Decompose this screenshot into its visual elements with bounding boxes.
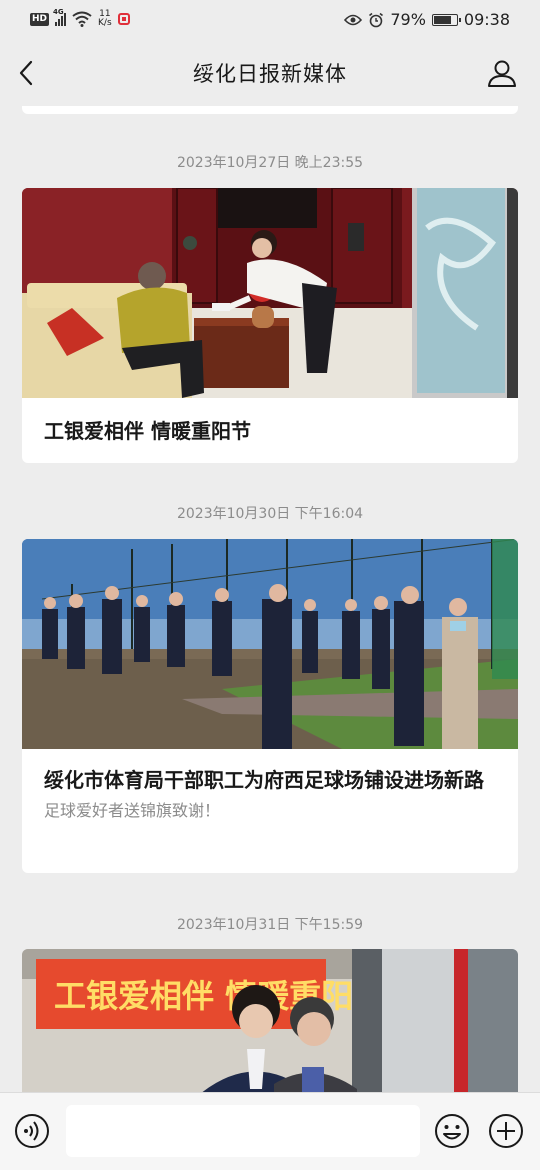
article-title: 绥化市体育局干部职工为府西足球场铺设进场新路 (44, 768, 484, 792)
speed-unit: K/s (98, 18, 112, 28)
article-text: 绥化市体育局干部职工为府西足球场铺设进场新路 足球爱好者送锦旗致谢！ (22, 749, 518, 823)
smiley-icon[interactable] (434, 1113, 470, 1149)
app-screen: HD 4G 11 K/s 79% 09:38 绥化日报新媒体 2023年10月2… (0, 0, 540, 1170)
article-timestamp: 2023年10月31日 下午15:59 (176, 917, 364, 933)
message-input[interactable] (66, 1105, 420, 1157)
status-left: HD 4G 11 K/s (30, 8, 130, 28)
hd-badge: HD (30, 12, 50, 26)
article-title: 工银爱相伴 情暖重阳节 (44, 418, 251, 443)
voice-icon[interactable] (14, 1113, 50, 1149)
app-notification-icon (117, 13, 130, 25)
network-speed: 11 K/s (98, 10, 112, 28)
person-icon[interactable] (486, 57, 518, 89)
article-image: 工银爱相伴 情暖重阳 (22, 949, 518, 1092)
previous-card[interactable] (22, 106, 518, 114)
status-bar: HD 4G 11 K/s 79% 09:38 (0, 0, 540, 40)
message-input-bar (0, 1092, 540, 1170)
article-card[interactable]: 工银爱相伴 情暖重阳 (22, 949, 518, 1092)
clock: 09:38 (463, 10, 510, 29)
eye-icon (344, 14, 363, 25)
article-image (22, 188, 518, 398)
article-timestamp: 2023年10月27日 晚上23:55 (176, 155, 364, 171)
article-description: 足球爱好者送锦旗致谢！ (44, 801, 221, 820)
cell-signal-icon: 4G (53, 8, 67, 26)
status-right: 79% 09:38 (344, 10, 510, 29)
alarm-icon (369, 12, 384, 27)
article-card[interactable]: 工银爱相伴 情暖重阳节 (22, 188, 518, 463)
wifi-icon (72, 11, 92, 27)
battery-icon (431, 13, 461, 26)
nav-bar: 绥化日报新媒体 (0, 40, 540, 106)
page-title: 绥化日报新媒体 (193, 62, 347, 86)
plus-icon[interactable] (488, 1113, 524, 1149)
battery-percent: 79% (390, 10, 426, 29)
article-feed[interactable]: 2023年10月27日 晚上23:55 工银爱相伴 情暖重阳节 2023年10月… (0, 106, 540, 1092)
article-card[interactable]: 绥化市体育局干部职工为府西足球场铺设进场新路 足球爱好者送锦旗致谢！ (22, 539, 518, 873)
article-timestamp: 2023年10月30日 下午16:04 (176, 506, 364, 522)
network-type: 4G (53, 8, 64, 16)
article-image (22, 539, 518, 749)
article-text: 工银爱相伴 情暖重阳节 (22, 398, 518, 463)
